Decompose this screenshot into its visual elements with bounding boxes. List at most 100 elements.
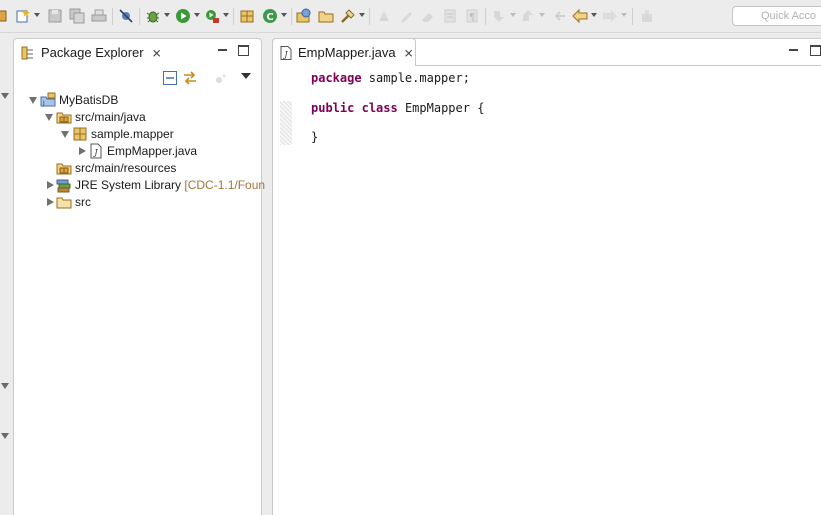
svg-text:J: J bbox=[42, 100, 45, 107]
new-wizard-icon[interactable] bbox=[15, 8, 31, 24]
editor-maximize-button[interactable] bbox=[810, 45, 821, 56]
code-line-package: package sample.mapper; bbox=[311, 71, 470, 85]
minimize-button[interactable] bbox=[217, 45, 228, 56]
pen-icon bbox=[398, 8, 414, 24]
main-toolbar: C ¶ bbox=[0, 0, 821, 33]
code-line-close-brace: } bbox=[311, 130, 319, 144]
changed-lines-marker bbox=[280, 101, 292, 145]
open-type-icon[interactable] bbox=[296, 8, 312, 24]
trim-arrow-icon[interactable] bbox=[1, 433, 9, 439]
pilcrow-icon: ¶ bbox=[464, 8, 480, 24]
link-editor-icon[interactable] bbox=[182, 70, 198, 86]
tree-item-jre-library[interactable]: JRE System Library [CDC-1.1/Foun bbox=[14, 177, 265, 194]
skip-breakpoints-icon[interactable] bbox=[118, 8, 134, 24]
back-icon[interactable] bbox=[572, 8, 588, 24]
twisty-open-icon[interactable] bbox=[45, 114, 53, 121]
maximize-button[interactable] bbox=[238, 45, 249, 56]
tree-item-resources-folder[interactable]: src/main/resources bbox=[14, 160, 261, 177]
external-tools-icon[interactable] bbox=[204, 8, 220, 24]
tree-item-java-file[interactable]: J EmpMapper.java bbox=[14, 143, 261, 160]
twisty-open-icon[interactable] bbox=[29, 97, 37, 104]
run-dropdown[interactable] bbox=[194, 13, 200, 17]
toolbar-separator bbox=[632, 8, 633, 25]
keyword-public: public bbox=[311, 101, 355, 115]
package-explorer-title: Package Explorer bbox=[41, 45, 144, 60]
tab-package-explorer[interactable]: Package Explorer ⨯ bbox=[14, 39, 162, 66]
next-edit-icon bbox=[491, 8, 507, 24]
tree-item-label: MyBatisDB bbox=[59, 93, 119, 107]
quick-access-search[interactable] bbox=[732, 6, 821, 26]
next-edit-dropdown bbox=[510, 13, 516, 17]
search-icon[interactable] bbox=[340, 8, 356, 24]
twisty-closed-icon[interactable] bbox=[79, 147, 86, 155]
tree-item-label: EmpMapper.java bbox=[107, 144, 198, 158]
open-folder-icon[interactable] bbox=[318, 8, 334, 24]
class-declaration: EmpMapper { bbox=[397, 101, 485, 115]
project-icon: J bbox=[40, 92, 56, 108]
forward-dropdown bbox=[621, 13, 627, 17]
debug-icon[interactable] bbox=[145, 8, 161, 24]
toolbar-separator bbox=[233, 8, 234, 25]
external-tools-dropdown[interactable] bbox=[223, 13, 229, 17]
tree-item-source-folder[interactable]: src/main/java bbox=[14, 109, 261, 126]
toolbar-separator bbox=[485, 8, 486, 25]
toolbar-separator bbox=[291, 8, 292, 25]
page-icon bbox=[442, 8, 458, 24]
partial-tool-icon[interactable] bbox=[0, 8, 8, 24]
svg-text:¶: ¶ bbox=[469, 12, 475, 23]
tree-item-label: src bbox=[75, 195, 91, 209]
trim-arrow-icon[interactable] bbox=[1, 93, 9, 99]
back-dropdown[interactable] bbox=[591, 13, 597, 17]
tree-item-label: JRE System Library [CDC-1.1/Foun bbox=[75, 178, 265, 192]
save-all-icon bbox=[69, 8, 85, 24]
jre-library-decoration: [CDC-1.1/Foun bbox=[184, 178, 266, 192]
new-class-icon[interactable]: C bbox=[262, 8, 278, 24]
twisty-closed-icon[interactable] bbox=[47, 198, 54, 206]
view-toolbar bbox=[14, 67, 261, 89]
editor-area: J EmpMapper.java ⨯ package sample.mapper… bbox=[272, 38, 821, 515]
search-dropdown[interactable] bbox=[359, 13, 365, 17]
view-menu-icon[interactable] bbox=[241, 73, 251, 79]
tree-item-label: src/main/resources bbox=[75, 161, 177, 175]
twisty-closed-icon[interactable] bbox=[47, 181, 54, 189]
tree-item-package[interactable]: sample.mapper bbox=[14, 126, 261, 143]
java-file-icon: J bbox=[280, 45, 292, 60]
jre-library-name: JRE System Library bbox=[75, 178, 182, 192]
project-tree: J MyBatisDB src/main/java sample.mapper … bbox=[14, 92, 265, 211]
print-icon bbox=[91, 8, 107, 24]
editor-tab-label: EmpMapper.java bbox=[298, 45, 396, 60]
source-folder-icon bbox=[56, 109, 72, 125]
forward-icon bbox=[602, 8, 618, 24]
run-icon[interactable] bbox=[175, 8, 191, 24]
keyword-class: class bbox=[361, 101, 398, 115]
java-file-icon: J bbox=[88, 143, 104, 159]
toolbar-separator bbox=[112, 8, 113, 25]
editor-tab-empmapper[interactable]: J EmpMapper.java ⨯ bbox=[272, 38, 416, 66]
code-line-class: public class EmpMapper { bbox=[311, 101, 484, 115]
trim-arrow-icon[interactable] bbox=[1, 383, 9, 389]
new-class-dropdown[interactable] bbox=[281, 13, 287, 17]
tree-item-label: src/main/java bbox=[75, 110, 146, 124]
tree-item-project[interactable]: J MyBatisDB bbox=[14, 92, 261, 109]
save-icon bbox=[47, 8, 63, 24]
eraser-icon bbox=[420, 8, 436, 24]
editor-minimize-button[interactable] bbox=[788, 45, 799, 56]
debug-dropdown[interactable] bbox=[164, 13, 170, 17]
folder-icon bbox=[56, 194, 72, 210]
toolbar-separator bbox=[139, 8, 140, 25]
new-wizard-dropdown[interactable] bbox=[34, 13, 40, 17]
tree-item-src-folder[interactable]: src bbox=[14, 194, 261, 211]
keyword-package: package bbox=[311, 71, 362, 85]
close-icon[interactable]: ⨯ bbox=[152, 46, 162, 60]
collapse-all-icon[interactable] bbox=[162, 70, 178, 86]
prev-edit-icon bbox=[520, 8, 536, 24]
last-edit-icon bbox=[551, 8, 567, 24]
focus-task-icon bbox=[212, 70, 228, 86]
close-icon[interactable]: ⨯ bbox=[404, 46, 414, 60]
twisty-open-icon[interactable] bbox=[61, 131, 69, 138]
left-trim-strip bbox=[0, 33, 12, 515]
source-folder-icon bbox=[56, 160, 72, 176]
new-package-icon[interactable] bbox=[239, 8, 255, 24]
quick-access-input[interactable] bbox=[733, 7, 821, 25]
tab-row-divider bbox=[416, 65, 821, 66]
